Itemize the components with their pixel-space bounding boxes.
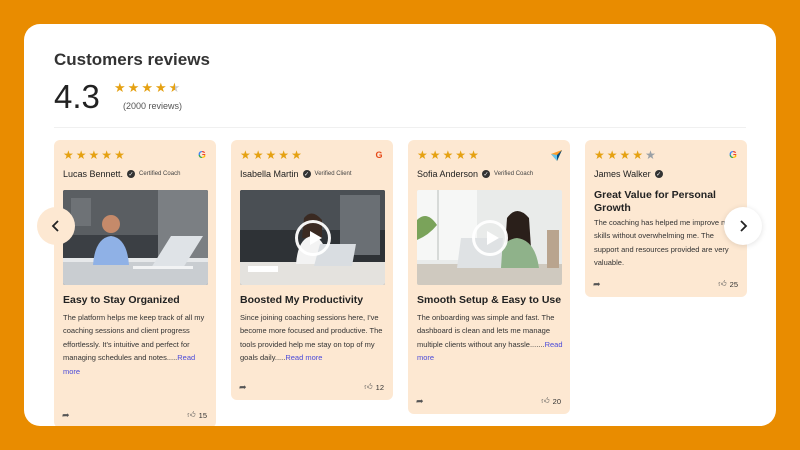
half-star-icon: ★ bbox=[168, 80, 181, 95]
star-icon: ★ bbox=[127, 80, 140, 95]
reviews-panel: Customers reviews 4.3 ★ ★ ★ ★ ★ (2000 re… bbox=[24, 24, 776, 426]
star-icon: ★ bbox=[455, 148, 467, 162]
play-icon[interactable] bbox=[294, 219, 331, 256]
thumbs-up-icon: 👍︎ bbox=[718, 279, 727, 288]
google-icon: G bbox=[196, 149, 208, 161]
review-text: The coaching has helped me improve my sk… bbox=[594, 216, 740, 270]
review-card: ★ ★ ★ ★ ★ G Lucas Bennett. ✓ Certified Coach… bbox=[54, 140, 216, 426]
reviewer-badge: Certified Coach bbox=[139, 171, 181, 177]
chevron-right-icon bbox=[740, 220, 748, 232]
review-title: Easy to Stay Organized bbox=[63, 294, 180, 306]
like-count: 25 bbox=[729, 279, 738, 289]
like-button[interactable]: 👍︎ 20 bbox=[541, 396, 561, 406]
review-text: The platform helps me keep track of all … bbox=[63, 311, 209, 378]
review-card: ★ ★ ★ ★ ★ Sofia Anderson ✓ Verified Coach bbox=[408, 140, 570, 414]
divider bbox=[54, 127, 746, 128]
previous-button[interactable] bbox=[37, 207, 75, 245]
review-body: The coaching has helped me improve my sk… bbox=[594, 218, 732, 268]
review-title: Smooth Setup & Easy to Use bbox=[417, 294, 562, 306]
card-rating: ★ ★ ★ ★ ★ bbox=[594, 149, 656, 161]
star-icon: ★ bbox=[101, 148, 113, 162]
reviewer-row: Lucas Bennett. ✓ Certified Coach bbox=[63, 169, 180, 179]
card-rating: ★ ★ ★ ★ ★ bbox=[63, 149, 125, 161]
star-icon: ★ bbox=[632, 148, 644, 162]
like-button[interactable]: 👍︎ 12 bbox=[364, 382, 384, 392]
share-icon[interactable]: ➦ bbox=[62, 410, 72, 420]
average-rating: 4.3 bbox=[54, 78, 100, 115]
star-icon: ★ bbox=[429, 148, 441, 162]
star-icon: ★ bbox=[75, 148, 87, 162]
share-icon[interactable]: ➦ bbox=[416, 396, 426, 406]
section-title: Customers reviews bbox=[54, 50, 210, 69]
rating-stars: ★ ★ ★ ★ ★ bbox=[114, 81, 180, 94]
review-card: ★ ★ ★ ★ ★ G James Walker ✓ Great Value for P… bbox=[585, 140, 747, 297]
share-icon[interactable]: ➦ bbox=[239, 382, 249, 392]
verified-check-icon: ✓ bbox=[654, 170, 663, 178]
review-count: (2000 reviews) bbox=[123, 101, 183, 111]
reviewer-badge: Verified Coach bbox=[494, 171, 534, 177]
like-button[interactable]: 👍︎ 15 bbox=[187, 410, 207, 420]
read-more-link[interactable]: Read more bbox=[285, 353, 322, 362]
verified-check-icon: ✓ bbox=[302, 170, 311, 178]
star-icon: ★ bbox=[442, 148, 454, 162]
star-icon: ★ bbox=[291, 148, 302, 162]
play-icon[interactable] bbox=[471, 219, 508, 256]
thumbs-up-icon: 👍︎ bbox=[541, 396, 550, 405]
next-button[interactable] bbox=[724, 207, 762, 245]
google-icon: G bbox=[727, 149, 739, 161]
chevron-left-icon bbox=[51, 220, 59, 232]
like-button[interactable]: 👍︎ 25 bbox=[718, 279, 738, 289]
verified-check-icon: ✓ bbox=[482, 170, 491, 178]
review-title: Great Value for Personal Growth bbox=[594, 189, 716, 214]
reviewer-name: James Walker bbox=[594, 169, 651, 179]
reviewer-name: Sofia Anderson bbox=[417, 169, 479, 179]
review-card: ★ ★ ★ ★ ★ G Isabella Martin ✓ Verified Clien… bbox=[231, 140, 393, 400]
reviewer-row: Isabella Martin ✓ Verified Client bbox=[240, 169, 352, 179]
like-count: 15 bbox=[198, 410, 207, 420]
reviewer-name: Lucas Bennett. bbox=[63, 169, 124, 179]
share-icon[interactable]: ➦ bbox=[593, 279, 603, 289]
star-icon: ★ bbox=[468, 148, 479, 162]
star-icon: ★ bbox=[619, 148, 631, 162]
like-count: 12 bbox=[375, 382, 384, 392]
reviewer-badge: Verified Client bbox=[314, 171, 352, 177]
like-count: 20 bbox=[552, 396, 561, 406]
star-icon: ★ bbox=[114, 148, 125, 162]
verified-check-icon: ✓ bbox=[127, 170, 136, 178]
review-text: The onboarding was simple and fast. The … bbox=[417, 311, 563, 365]
review-photo[interactable] bbox=[63, 190, 208, 285]
star-icon: ★ bbox=[63, 148, 74, 162]
star-icon: ★ bbox=[88, 148, 100, 162]
star-icon: ★ bbox=[154, 80, 167, 95]
reviewer-name: Isabella Martin bbox=[240, 169, 299, 179]
star-icon: ★ bbox=[417, 148, 428, 162]
office-man-laptop-image bbox=[63, 190, 208, 285]
star-icon: ★ bbox=[606, 148, 618, 162]
reviewer-row: Sofia Anderson ✓ Verified Coach bbox=[417, 169, 533, 179]
review-title: Boosted My Productivity bbox=[240, 294, 364, 306]
thumbs-up-icon: 👍︎ bbox=[364, 382, 373, 391]
review-body: The onboarding was simple and fast. The … bbox=[417, 313, 555, 349]
star-icon: ★ bbox=[240, 148, 251, 162]
card-rating: ★ ★ ★ ★ ★ bbox=[417, 149, 479, 161]
card-rating: ★ ★ ★ ★ ★ bbox=[240, 149, 302, 161]
review-text: Since joining coaching sessions here, I'… bbox=[240, 311, 386, 365]
thumbs-up-icon: 👍︎ bbox=[187, 410, 196, 419]
capterra-icon bbox=[550, 149, 562, 161]
g2-icon: G bbox=[375, 150, 383, 160]
star-icon: ★ bbox=[141, 80, 153, 95]
empty-star-icon: ★ bbox=[645, 148, 656, 162]
review-video[interactable] bbox=[417, 190, 562, 285]
review-video[interactable] bbox=[240, 190, 385, 285]
star-icon: ★ bbox=[252, 148, 264, 162]
star-icon: ★ bbox=[114, 80, 126, 95]
star-icon: ★ bbox=[594, 148, 605, 162]
star-icon: ★ bbox=[278, 148, 290, 162]
reviewer-row: James Walker ✓ bbox=[594, 169, 663, 179]
star-icon: ★ bbox=[265, 148, 277, 162]
